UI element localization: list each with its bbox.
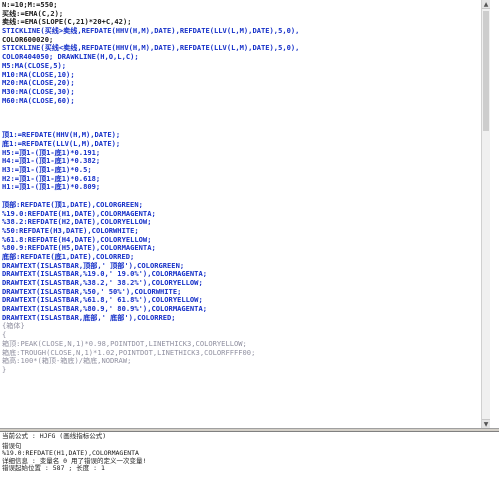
editor-vertical-scrollbar[interactable]: ▲ ▼ — [481, 0, 490, 428]
code-line[interactable]: {箱体} — [2, 322, 299, 331]
formula-code[interactable]: N:=10;M:=550; 买线:=EMA(C,2); 卖线:=EMA(SLOPE(… — [2, 0, 299, 375]
code-line[interactable]: H1:=顶1-(顶1-底1)*0.809; — [2, 183, 299, 192]
scroll-thumb[interactable] — [483, 11, 489, 131]
code-line[interactable] — [2, 114, 299, 123]
scroll-down-arrow-icon[interactable]: ▼ — [482, 419, 490, 428]
formula-editor[interactable]: N:=10;M:=550; 买线:=EMA(C,2); 卖线:=EMA(SLOPE(… — [0, 0, 490, 428]
code-line[interactable] — [2, 105, 299, 114]
error-position: 错误起始位置 : 587 ; 长度 : 1 — [2, 464, 105, 473]
code-line[interactable]: DRAWTEXT(ISLASTBAR,底部,' 底部'),COLORRED; — [2, 313, 299, 323]
scroll-up-arrow-icon[interactable]: ▲ — [482, 0, 490, 9]
compile-status-panel: 当前公式 : HJFG (画线指标公式) 错误句 %19.0:REFDATE(H… — [0, 431, 499, 481]
code-line[interactable]: 箱高:100*(箱顶-箱底)/箱底,NODRAW; — [2, 356, 299, 366]
code-line[interactable]: M60:MA(CLOSE,60); — [2, 96, 299, 106]
current-formula-label: 当前公式 : HJFG (画线指标公式) — [2, 432, 107, 440]
code-line[interactable]: } — [2, 365, 299, 375]
